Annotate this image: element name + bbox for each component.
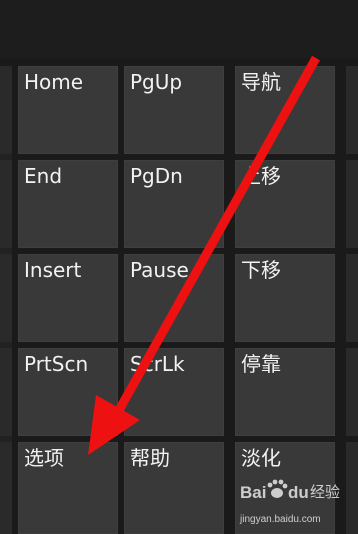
key-move-up[interactable]: 上移	[235, 160, 335, 248]
key-label: PgUp	[130, 70, 183, 94]
key-label: PrtScn	[24, 352, 89, 376]
key-options[interactable]: 选项	[18, 442, 118, 534]
key-navigation[interactable]: 导航	[235, 66, 335, 154]
key-home[interactable]: Home	[18, 66, 118, 154]
key-pgup[interactable]: PgUp	[124, 66, 224, 154]
key-label: PgDn	[130, 164, 183, 188]
key-help[interactable]: 帮助	[124, 442, 224, 534]
key-label: Insert	[24, 258, 82, 282]
key-label: Home	[24, 70, 84, 94]
key-label: 淡化	[241, 446, 281, 470]
keyboard-top-area	[0, 0, 358, 58]
key-prtscn[interactable]: PrtScn	[18, 348, 118, 436]
key-insert[interactable]: Insert	[18, 254, 118, 342]
key-end[interactable]: End	[18, 160, 118, 248]
key-label: 帮助	[130, 446, 170, 470]
key-label: Pause	[130, 258, 189, 282]
key-scrlk[interactable]: ScrLk	[124, 348, 224, 436]
key-label: 下移	[241, 258, 281, 282]
key-dock[interactable]: 停靠	[235, 348, 335, 436]
key-pgdn[interactable]: PgDn	[124, 160, 224, 248]
on-screen-keyboard: Home PgUp 导航 End PgDn 上移 Insert Pause 下移…	[0, 0, 358, 534]
key-label: 停靠	[241, 352, 281, 376]
left-key-column-edge	[0, 66, 12, 534]
key-move-down[interactable]: 下移	[235, 254, 335, 342]
key-label: End	[24, 164, 63, 188]
key-label: 上移	[241, 164, 281, 188]
key-fade[interactable]: 淡化	[235, 442, 335, 534]
key-label: ScrLk	[130, 352, 185, 376]
key-label: 导航	[241, 70, 281, 94]
right-key-column-edge	[346, 66, 358, 534]
key-pause[interactable]: Pause	[124, 254, 224, 342]
key-label: 选项	[24, 446, 64, 470]
